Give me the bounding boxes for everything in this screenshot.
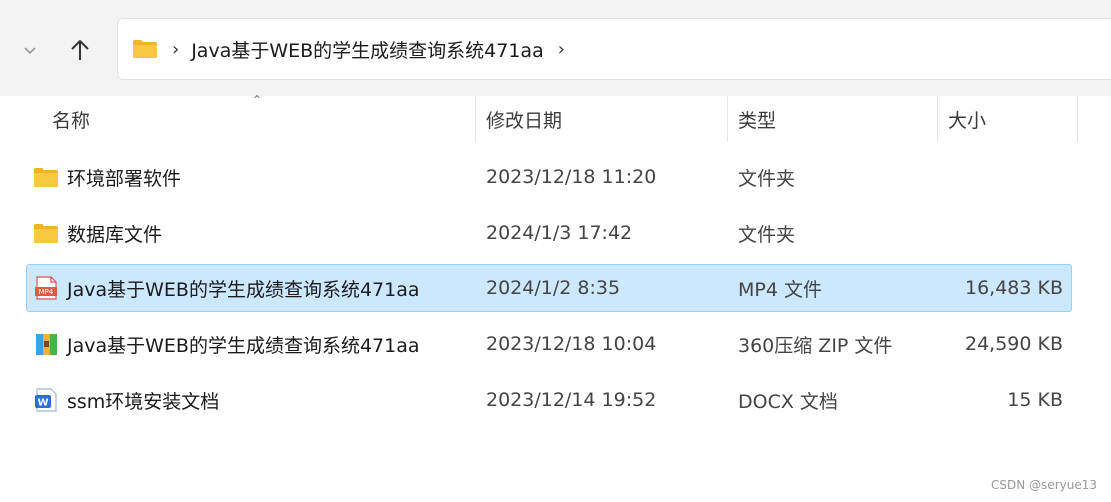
column-divider[interactable] [475,96,476,142]
column-header-type[interactable]: 类型 [738,96,776,142]
file-date: 2023/12/14 19:52 [486,389,657,411]
column-header-date[interactable]: 修改日期 [486,96,562,142]
file-name: Java基于WEB的学生成绩查询系统471aa [67,334,420,357]
file-type: MP4 文件 [738,278,822,301]
file-date: 2024/1/3 17:42 [486,222,633,244]
breadcrumb-current[interactable]: Java基于WEB的学生成绩查询系统471aa [191,36,544,63]
column-divider[interactable] [1077,96,1078,142]
file-size: 15 KB [1007,389,1063,411]
folder-icon [133,40,157,58]
file-type: 360压缩 ZIP 文件 [738,334,893,357]
address-bar[interactable]: › Java基于WEB的学生成绩查询系统471aa › [117,18,1111,80]
file-row[interactable]: 数据库文件 2024/1/3 17:42 文件夹 [26,209,1072,257]
file-type: 文件夹 [738,167,796,190]
folder-icon [34,168,58,187]
breadcrumb-separator[interactable]: › [558,39,565,60]
chevron-down-icon [24,47,36,55]
sort-ascending-icon: ⌃ [252,93,263,107]
arrow-up-icon [71,39,89,60]
column-header: 名称 修改日期 类型 大小 [0,96,1111,142]
column-divider[interactable] [937,96,938,142]
breadcrumb-separator: › [172,38,180,60]
watermark: CSDN @seryue13 [991,478,1097,492]
column-header-size[interactable]: 大小 [948,96,986,142]
up-button[interactable] [62,30,98,70]
file-row-selected[interactable]: MP4 Java基于WEB的学生成绩查询系统471aa 2024/1/2 8:3… [26,264,1072,312]
file-name: ssm环境安装文档 [67,390,220,413]
file-date: 2023/12/18 10:04 [486,333,657,355]
file-size: 24,590 KB [964,333,1063,355]
file-row[interactable]: W ssm环境安装文档 2023/12/14 19:52 DOCX 文档 15 … [26,376,1072,424]
mp4-file-icon: MP4 [35,276,57,300]
file-date: 2023/12/18 11:20 [486,166,657,188]
column-divider[interactable] [727,96,728,142]
file-name: Java基于WEB的学生成绩查询系统471aa [67,278,420,301]
file-size: 16,483 KB [964,277,1063,299]
file-name: 环境部署软件 [67,167,182,190]
file-type: DOCX 文档 [738,390,838,413]
zip-archive-icon [36,334,57,355]
column-header-name[interactable]: 名称 [52,96,90,142]
file-row[interactable]: Java基于WEB的学生成绩查询系统471aa 2023/12/18 10:04… [26,320,1072,368]
navigation-bar: › Java基于WEB的学生成绩查询系统471aa › [0,0,1111,96]
file-date: 2024/1/2 8:35 [486,277,621,299]
svg-text:MP4: MP4 [39,288,54,296]
back-button[interactable] [12,30,48,70]
folder-icon [34,224,58,243]
svg-text:W: W [37,398,48,409]
file-type: 文件夹 [738,223,796,246]
docx-file-icon: W [35,388,57,412]
file-name: 数据库文件 [67,223,163,246]
file-row[interactable]: 环境部署软件 2023/12/18 11:20 文件夹 [26,153,1072,201]
